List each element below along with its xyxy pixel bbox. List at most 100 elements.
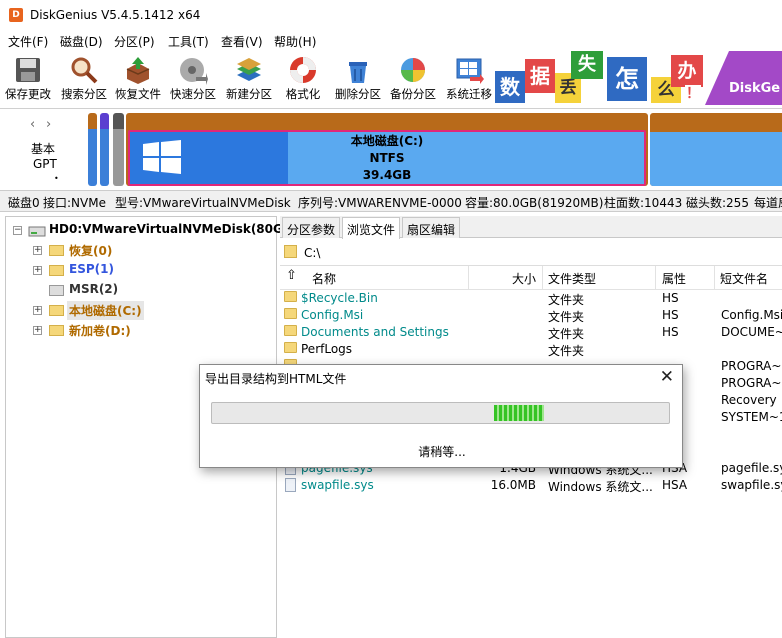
disk-partition-map: ‹ › 基本 GPT • 本地磁盘(C:) NTFS 39.4GB bbox=[0, 108, 782, 190]
tree-expander[interactable]: − bbox=[13, 226, 22, 235]
col-attr[interactable]: 属性 bbox=[662, 270, 686, 287]
menu-view[interactable]: 查看(V) bbox=[221, 33, 263, 50]
up-arrow-icon[interactable]: ⇧ bbox=[286, 268, 297, 283]
magnifier-icon bbox=[69, 55, 99, 85]
path-bar[interactable]: C:\ bbox=[280, 240, 782, 266]
folder-icon bbox=[284, 291, 297, 302]
quick-partition-button[interactable]: 快速分区 bbox=[166, 50, 220, 108]
file-short-name: PROGRA~ bbox=[721, 359, 782, 373]
file-name: Documents and Settings bbox=[301, 325, 449, 339]
file-icon bbox=[285, 478, 296, 492]
tree-disk-node[interactable]: HD0:VMwareVirtualNVMeDisk(80GB bbox=[49, 222, 292, 236]
file-short-name: PROGRA~ bbox=[721, 376, 782, 390]
title-bar: D DiskGenius V5.4.5.1412 x64 bbox=[0, 0, 782, 30]
col-type[interactable]: 文件类型 bbox=[548, 270, 596, 287]
tree-partition-msr[interactable]: MSR(2) bbox=[69, 282, 118, 296]
partition-fs: NTFS bbox=[369, 151, 405, 165]
file-row[interactable]: Config.Msi 文件夹 HS Config.Msi bbox=[280, 307, 782, 324]
tree-partition-recovery[interactable]: 恢复(0) bbox=[69, 242, 112, 259]
disk-nav: ‹ › 基本 GPT • bbox=[30, 117, 59, 183]
file-type: 文件夹 bbox=[548, 293, 585, 307]
partition-icon bbox=[49, 325, 64, 336]
col-name[interactable]: 名称 bbox=[312, 270, 336, 287]
tree-expander[interactable]: + bbox=[33, 266, 42, 275]
menu-disk[interactable]: 磁盘(D) bbox=[60, 33, 103, 50]
partition-block-c[interactable]: 本地磁盘(C:) NTFS 39.4GB bbox=[126, 113, 648, 186]
file-row[interactable]: swapfile.sys 16.0MB Windows 系统文... HSA swapf… bbox=[280, 477, 782, 494]
menu-bar: 文件(F) 磁盘(D) 分区(P) 工具(T) 查看(V) 帮助(H) bbox=[0, 30, 782, 50]
file-type: 文件夹 bbox=[548, 327, 585, 341]
partition-block-esp[interactable] bbox=[100, 113, 109, 186]
folder-icon bbox=[284, 342, 297, 353]
delete-partition-button[interactable]: 删除分区 bbox=[330, 50, 386, 108]
file-size: 16.0MB bbox=[490, 478, 536, 492]
disk-info-bar: 磁盘0 接口:NVMe 型号:VMwareVirtualNVMeDisk 序列号… bbox=[0, 190, 782, 212]
new-partition-button[interactable]: 新建分区 bbox=[222, 50, 276, 108]
search-partition-button[interactable]: 搜索分区 bbox=[56, 50, 112, 108]
folder-icon bbox=[284, 308, 297, 319]
tab-partition-params[interactable]: 分区参数 bbox=[282, 217, 341, 238]
tab-bar: 分区参数 浏览文件 扇区编辑 bbox=[280, 216, 782, 239]
folder-icon bbox=[284, 325, 297, 336]
prev-disk-arrow-icon[interactable]: ‹ bbox=[30, 117, 35, 132]
disk-type-label: 基本 bbox=[31, 142, 56, 156]
file-attr: HS bbox=[662, 291, 679, 305]
file-name: Config.Msi bbox=[301, 308, 364, 322]
file-name: PerfLogs bbox=[301, 342, 353, 356]
layers-icon bbox=[234, 55, 264, 85]
menu-help[interactable]: 帮助(H) bbox=[274, 33, 316, 50]
tree-expander[interactable]: + bbox=[33, 246, 42, 255]
recover-files-button[interactable]: 恢复文件 bbox=[112, 50, 164, 108]
file-name: $Recycle.Bin bbox=[301, 291, 378, 305]
partition-block-recovery[interactable] bbox=[88, 113, 97, 186]
tree-partition-esp[interactable]: ESP(1) bbox=[69, 262, 114, 276]
file-row[interactable]: $Recycle.Bin 文件夹 HS bbox=[280, 290, 782, 307]
hard-disk-icon bbox=[28, 226, 46, 237]
tree-partition-d[interactable]: 新加卷(D:) bbox=[69, 322, 131, 339]
file-name: swapfile.sys bbox=[301, 478, 374, 492]
system-migrate-button[interactable]: 系统迁移 bbox=[441, 50, 497, 108]
progress-bar bbox=[211, 402, 670, 424]
format-button[interactable]: 格式化 bbox=[278, 50, 328, 108]
backup-partition-button[interactable]: 备份分区 bbox=[386, 50, 440, 108]
backup-pie-icon bbox=[398, 55, 428, 85]
partition-table-label: GPT bbox=[33, 157, 57, 171]
tab-sector-edit[interactable]: 扇区编辑 bbox=[402, 217, 461, 238]
close-icon[interactable]: ✕ bbox=[660, 367, 674, 387]
menu-tools[interactable]: 工具(T) bbox=[168, 33, 209, 50]
menu-file[interactable]: 文件(F) bbox=[8, 33, 48, 50]
file-short-name: DOCUME~ bbox=[721, 325, 782, 339]
save-changes-button[interactable]: 保存更改 bbox=[2, 50, 54, 108]
promo-banner[interactable]: 数 据 丢 失 怎 么 办 ！ DiskGe bbox=[495, 51, 782, 105]
lifebuoy-icon bbox=[288, 55, 318, 85]
file-row[interactable]: PerfLogs 文件夹 bbox=[280, 341, 782, 358]
file-attr: HS bbox=[662, 325, 679, 339]
file-type: 文件夹 bbox=[548, 344, 585, 358]
trash-icon bbox=[343, 55, 373, 85]
partition-size: 39.4GB bbox=[362, 168, 412, 182]
tree-partition-c[interactable]: 本地磁盘(C:) bbox=[67, 301, 144, 320]
partition-icon bbox=[49, 305, 64, 316]
col-short-name[interactable]: 短文件名 bbox=[720, 270, 768, 287]
dialog-title: 导出目录结构到HTML文件 bbox=[205, 372, 347, 386]
col-size[interactable]: 大小 bbox=[512, 270, 536, 287]
current-path: C:\ bbox=[304, 246, 321, 260]
folder-icon bbox=[284, 245, 297, 258]
file-type: 文件夹 bbox=[548, 310, 585, 324]
progress-fill bbox=[494, 405, 544, 421]
partition-block-d[interactable] bbox=[650, 113, 782, 186]
migrate-windows-icon bbox=[454, 55, 484, 85]
file-attr: HS bbox=[662, 308, 679, 322]
file-short-name: pagefile.sy bbox=[721, 461, 782, 475]
file-row[interactable]: Documents and Settings 文件夹 HS DOCUME~ bbox=[280, 324, 782, 341]
tab-browse-files[interactable]: 浏览文件 bbox=[342, 217, 401, 239]
next-disk-arrow-icon[interactable]: › bbox=[46, 117, 51, 132]
file-type: Windows 系统文... bbox=[548, 480, 653, 494]
tree-expander[interactable]: + bbox=[33, 326, 42, 335]
partition-name: 本地磁盘(C:) bbox=[350, 134, 424, 148]
menu-partition[interactable]: 分区(P) bbox=[114, 33, 155, 50]
save-icon bbox=[13, 55, 43, 85]
file-short-name: SYSTEM~1 bbox=[721, 410, 782, 424]
tree-expander[interactable]: + bbox=[33, 306, 42, 315]
partition-block-msr[interactable] bbox=[113, 113, 124, 186]
